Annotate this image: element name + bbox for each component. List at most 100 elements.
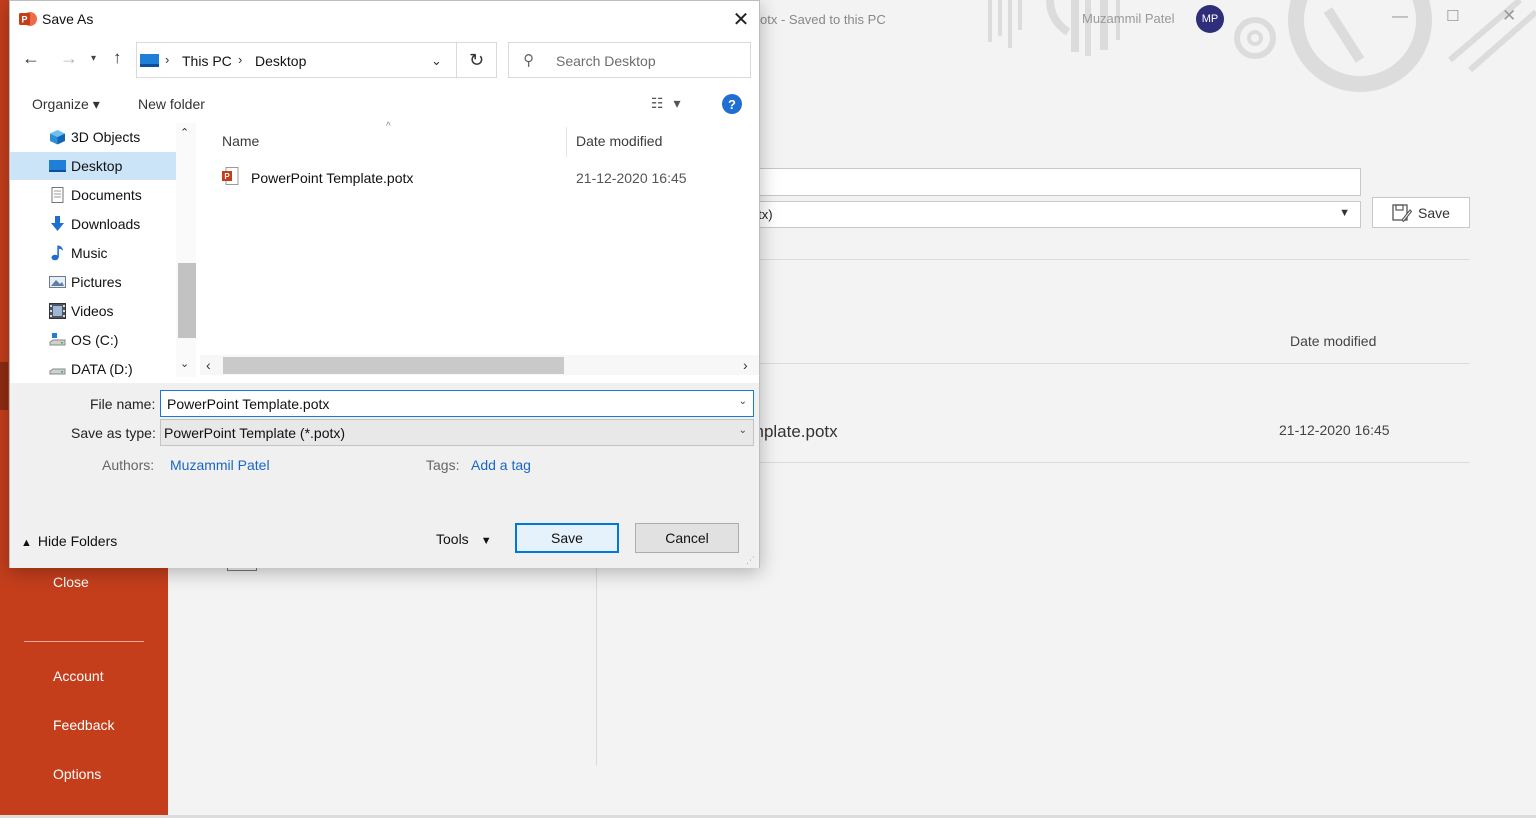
- sidebar-item-label: DATA (D:): [71, 361, 133, 377]
- breadcrumb-desktop[interactable]: Desktop: [255, 53, 306, 69]
- resize-grip-icon[interactable]: ⋰: [746, 555, 755, 566]
- scroll-up-icon[interactable]: ⌃: [180, 126, 189, 139]
- sidebar-item-label: OS (C:): [71, 332, 119, 348]
- column-header-date-modified[interactable]: Date modified: [576, 133, 662, 149]
- column-header-name[interactable]: Name: [222, 133, 259, 149]
- sidebar-item-os-c[interactable]: OS (C:): [10, 326, 176, 354]
- tools-button[interactable]: Tools ▼: [436, 531, 492, 547]
- cancel-button[interactable]: Cancel: [635, 523, 739, 553]
- breadcrumb-this-pc[interactable]: This PC: [182, 53, 232, 69]
- horizontal-scrollbar[interactable]: ‹ ›: [200, 355, 759, 375]
- sidebar-item-videos[interactable]: Videos: [10, 297, 176, 325]
- organize-button[interactable]: Organize ▾: [32, 96, 100, 113]
- forward-arrow-icon[interactable]: →: [60, 48, 78, 69]
- save-icon: [1392, 203, 1413, 222]
- document-title: otx - Saved to this PC: [760, 12, 886, 27]
- sidebar-item-close[interactable]: Close: [0, 574, 168, 590]
- sidebar-item-label: Desktop: [71, 158, 123, 174]
- backstage-file-date: 21-12-2020 16:45: [1279, 422, 1390, 438]
- file-name-value: PowerPoint Template.potx: [167, 396, 330, 412]
- file-name-input[interactable]: PowerPoint Template.potx ⌄: [160, 390, 754, 417]
- sidebar-item-3d-objects[interactable]: 3D Objects: [10, 123, 176, 151]
- save-options-panel: File name: PowerPoint Template.potx ⌄ Sa…: [10, 383, 759, 568]
- address-dropdown-icon[interactable]: ⌄: [431, 53, 442, 69]
- new-folder-button[interactable]: New folder: [138, 96, 205, 112]
- close-icon[interactable]: ✕: [728, 5, 754, 33]
- account-name[interactable]: Muzammil Patel: [1082, 11, 1174, 26]
- sidebar-selection-indicator: [0, 362, 8, 410]
- back-arrow-icon[interactable]: ←: [22, 48, 40, 69]
- authors-label: Authors:: [102, 457, 155, 473]
- scrollbar-thumb[interactable]: [178, 263, 196, 338]
- navigation-bar: ← → ▾ ↑ › This PC › Desktop ⌄ ↻ ⚲ Search…: [10, 39, 759, 83]
- sidebar-item-desktop[interactable]: Desktop: [10, 152, 176, 180]
- sidebar-item-options[interactable]: Options: [0, 766, 168, 782]
- column-divider[interactable]: [566, 127, 567, 157]
- minimize-icon[interactable]: —: [1392, 8, 1408, 26]
- tags-field[interactable]: Add a tag: [471, 457, 531, 473]
- tags-label: Tags:: [426, 457, 460, 473]
- sidebar-item-label: Pictures: [71, 274, 122, 290]
- desktop-icon: [49, 160, 66, 172]
- backstage-filename-field[interactable]: late: [700, 168, 1361, 196]
- search-placeholder: Search Desktop: [556, 53, 656, 69]
- sidebar-item-account[interactable]: Account: [0, 668, 168, 684]
- scroll-down-icon[interactable]: ⌄: [180, 357, 189, 370]
- powerpoint-file-icon: P: [222, 167, 239, 185]
- chevron-down-icon: ▼: [480, 535, 492, 547]
- backstage-save-button[interactable]: Save: [1372, 197, 1470, 228]
- backstage-filetype-select[interactable]: ate (*.potx) ▼: [700, 201, 1361, 228]
- sidebar-item-pictures[interactable]: Pictures: [10, 268, 176, 296]
- navigation-scrollbar[interactable]: ⌃ ⌄: [176, 123, 196, 377]
- save-button[interactable]: Save: [515, 523, 619, 553]
- hide-folders-label: Hide Folders: [37, 533, 118, 549]
- help-icon[interactable]: ?: [722, 94, 742, 114]
- chevron-down-icon[interactable]: ⌄: [739, 396, 747, 407]
- file-date: 21-12-2020 16:45: [576, 170, 687, 186]
- hide-folders-button[interactable]: ▲ Hide Folders: [21, 533, 117, 549]
- sidebar-item-label: Documents: [71, 187, 142, 203]
- table-row[interactable]: P PowerPoint Template.potx 21-12-2020 16…: [214, 163, 754, 191]
- divider: [700, 363, 1470, 364]
- sidebar-item-feedback[interactable]: Feedback: [0, 717, 168, 733]
- chevron-down-icon: ⌄: [738, 425, 747, 436]
- dialog-title: Save As: [42, 11, 94, 27]
- command-bar: Organize ▾ New folder ☷ ▾ ?: [10, 85, 759, 123]
- sort-indicator-icon: ^: [386, 121, 391, 132]
- column-header-date[interactable]: Date modified: [1290, 333, 1376, 349]
- window-close-icon[interactable]: ✕: [1502, 6, 1516, 26]
- authors-field[interactable]: Muzammil Patel: [170, 457, 270, 473]
- sidebar-item-documents[interactable]: Documents: [10, 181, 176, 209]
- sidebar-item-data-d[interactable]: DATA (D:): [10, 355, 176, 377]
- save-as-type-select[interactable]: PowerPoint Template (*.potx) ⌄: [160, 419, 754, 446]
- breadcrumb-separator[interactable]: ›: [165, 52, 169, 67]
- sidebar-item-label: 3D Objects: [71, 129, 141, 145]
- divider: [700, 259, 1470, 260]
- breadcrumb-separator[interactable]: ›: [238, 52, 242, 67]
- file-name-label: File name:: [90, 396, 156, 412]
- chevron-up-icon: ▲: [21, 537, 32, 549]
- scrollbar-thumb[interactable]: [223, 357, 564, 374]
- scroll-right-icon[interactable]: ›: [743, 357, 748, 373]
- tools-label: Tools: [436, 531, 469, 547]
- up-arrow-icon[interactable]: ↑: [113, 48, 122, 68]
- save-as-type-label: Save as type:: [71, 425, 156, 441]
- maximize-icon[interactable]: ☐: [1446, 7, 1459, 25]
- address-bar[interactable]: › This PC › Desktop ⌄: [136, 42, 457, 78]
- sidebar-item-music[interactable]: Music: [10, 239, 176, 267]
- cube-icon: [50, 130, 65, 145]
- navigation-pane: 3D Objects Desktop Documents Downloads M…: [10, 123, 196, 377]
- sidebar-item-downloads[interactable]: Downloads: [10, 210, 176, 238]
- svg-text:P: P: [21, 15, 27, 25]
- document-icon: [51, 187, 64, 203]
- change-view-icon[interactable]: ☷ ▾: [651, 95, 683, 112]
- recent-locations-chevron-icon[interactable]: ▾: [91, 53, 96, 64]
- refresh-icon[interactable]: ↻: [457, 42, 497, 78]
- avatar[interactable]: MP: [1196, 5, 1224, 33]
- dialog-titlebar[interactable]: P Save As ✕: [10, 1, 759, 39]
- scroll-left-icon[interactable]: ‹: [206, 357, 211, 373]
- this-pc-icon: [140, 54, 159, 67]
- search-input[interactable]: ⚲ Search Desktop: [508, 42, 751, 78]
- save-as-type-value: PowerPoint Template (*.potx): [164, 425, 346, 441]
- sidebar-item-label: Videos: [71, 303, 114, 319]
